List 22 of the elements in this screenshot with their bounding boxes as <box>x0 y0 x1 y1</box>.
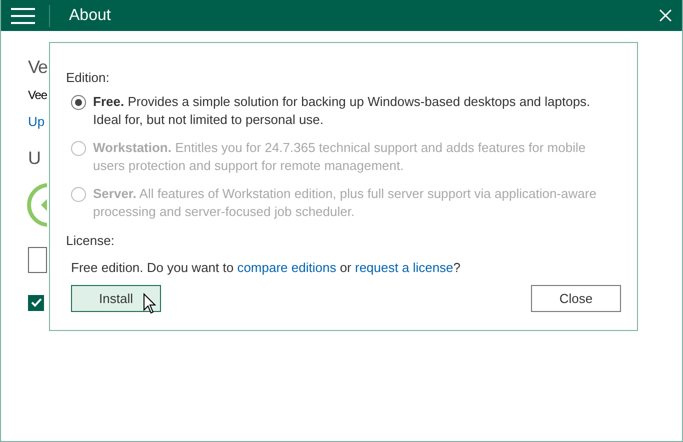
close-button[interactable]: Close <box>531 285 621 312</box>
link[interactable]: Up <box>28 112 45 132</box>
option-description: Workstation. Entitles you for 24.7.365 technical support and adds features for mobile users protection and support for remote management. <box>93 138 587 174</box>
section-label: Edition: <box>66 69 110 87</box>
menu-icon[interactable] <box>11 6 35 24</box>
body-text: Vee <box>28 87 47 104</box>
window-title: About <box>69 6 111 26</box>
install-button[interactable]: Install <box>71 285 161 312</box>
close-icon[interactable] <box>657 7 674 24</box>
button[interactable] <box>28 246 47 272</box>
option-description: Free. Provides a simple solution for backing up Windows-based desktops and laptops. Ideal for, but not limited to personal use. <box>93 92 592 128</box>
heading: Ve <box>28 56 48 79</box>
link[interactable]: compare editions <box>237 260 336 275</box>
status-icon <box>26 182 47 228</box>
cursor-icon <box>143 293 156 314</box>
link[interactable]: request a license <box>355 260 454 275</box>
radio-button[interactable] <box>71 94 86 110</box>
option-description: Server. All features of Workstation edition, plus full server support via application-aware processing and server-focused job scheduler. <box>93 184 598 220</box>
checkbox[interactable] <box>28 294 44 310</box>
heading: U <box>28 146 40 170</box>
section-label: License: <box>66 232 116 250</box>
license-sentence: Free edition. Do you want to compare editions or request a license? <box>71 259 462 277</box>
